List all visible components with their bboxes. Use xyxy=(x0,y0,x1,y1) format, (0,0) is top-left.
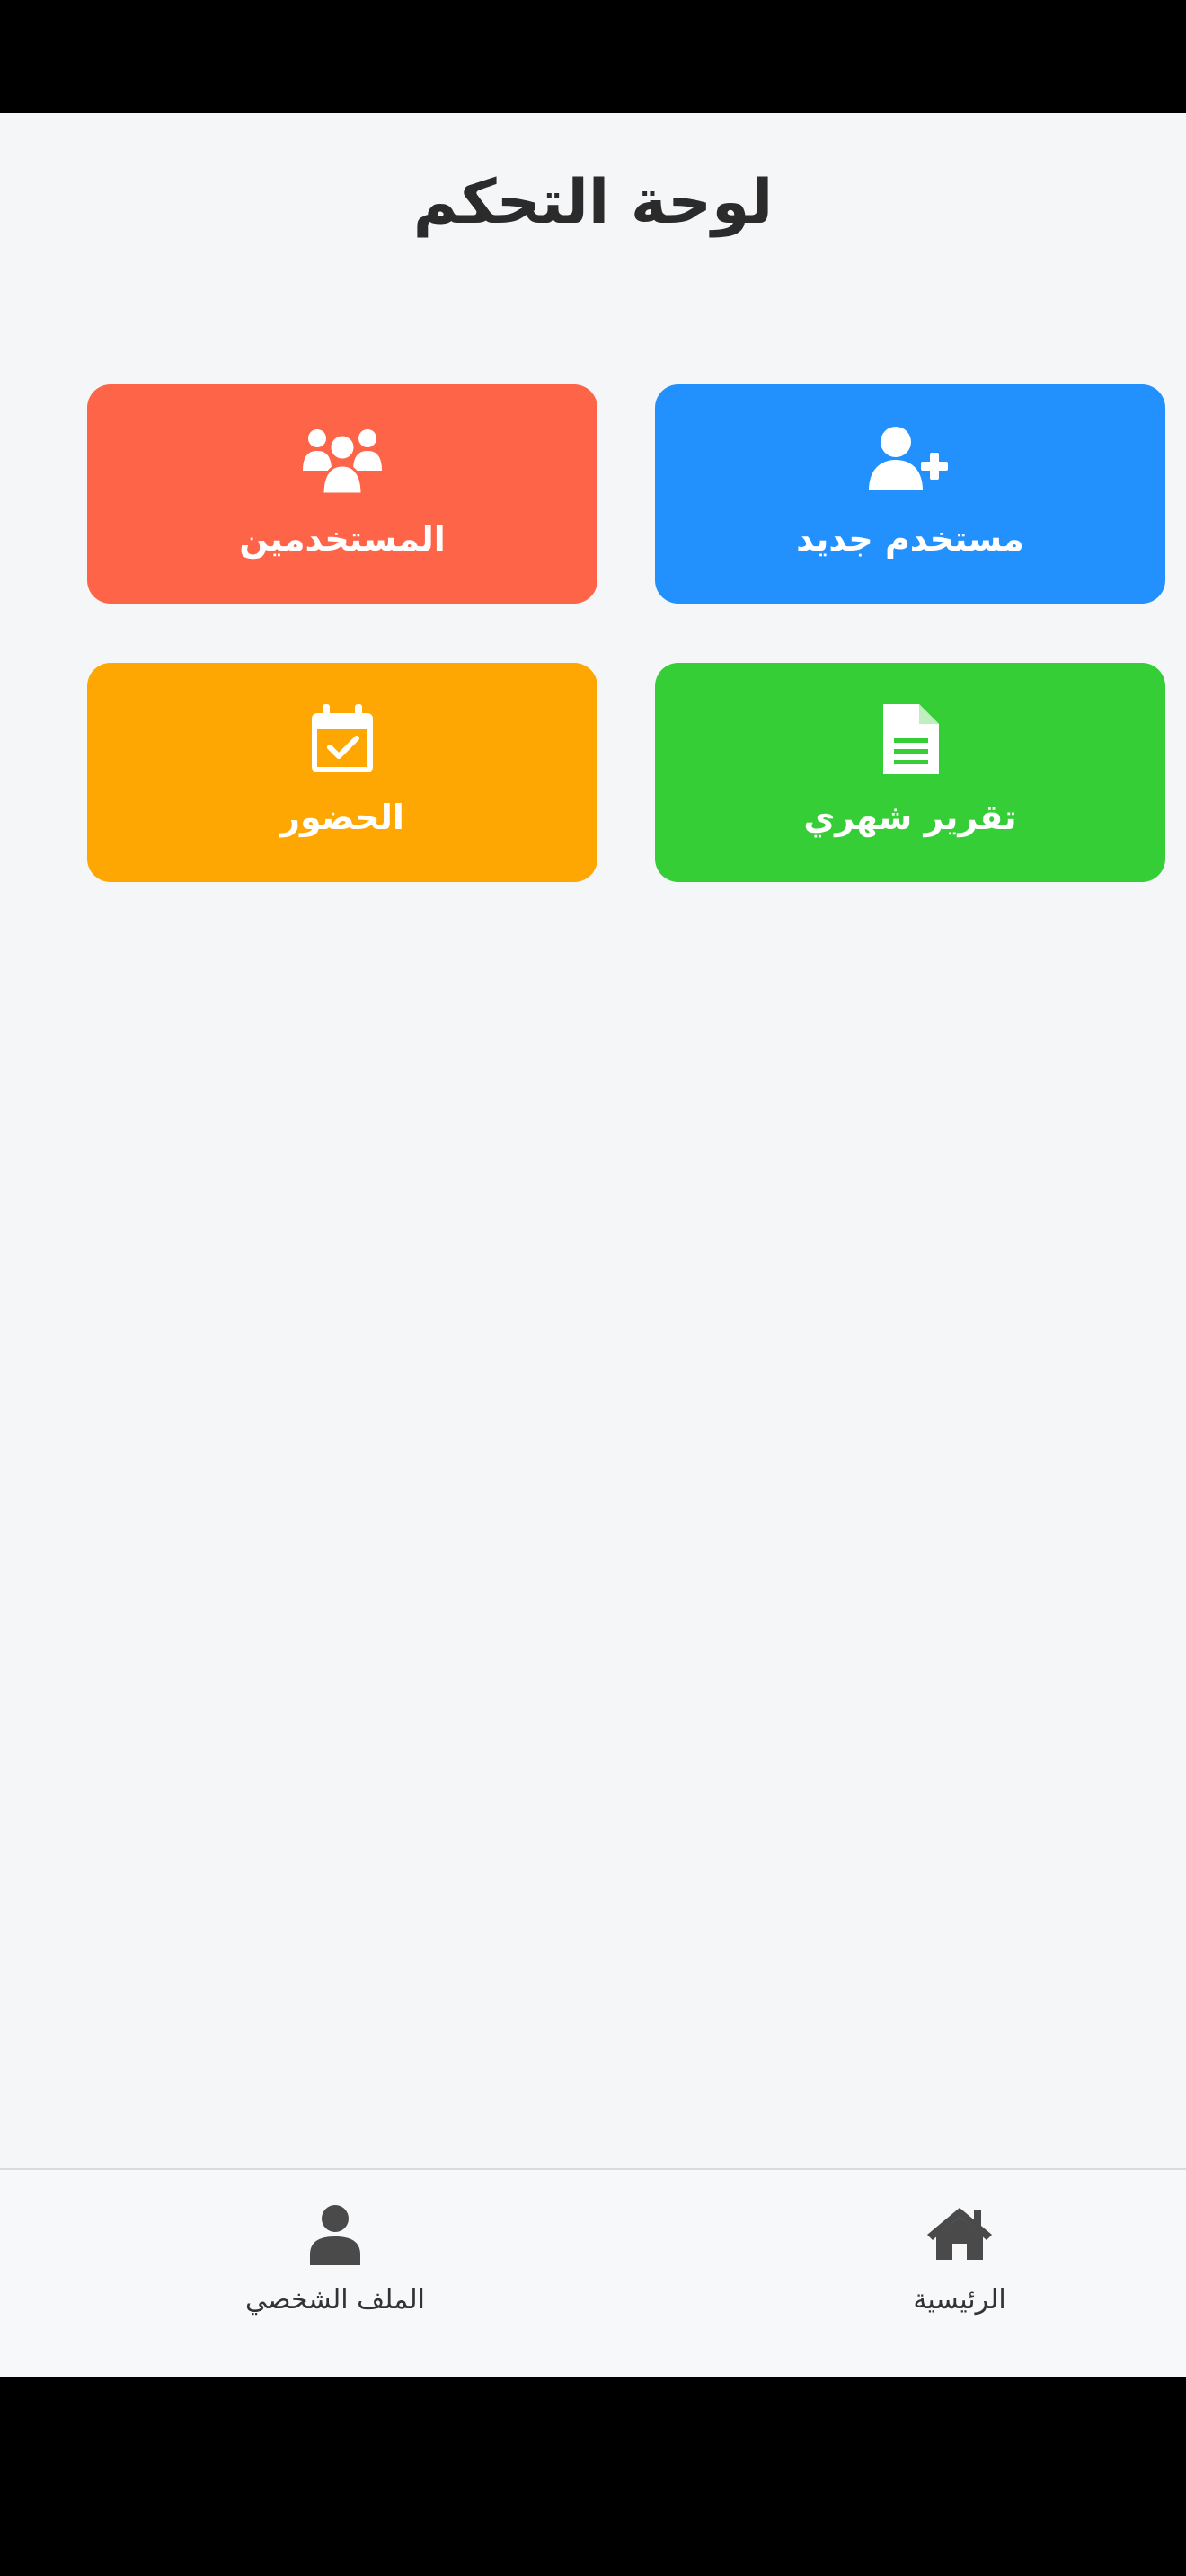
attendance-card[interactable]: الحضور xyxy=(87,663,597,882)
monthly-report-card[interactable]: تقرير شهري xyxy=(655,663,1165,882)
home-indicator[interactable] xyxy=(403,2420,852,2434)
users-card[interactable]: المستخدمين xyxy=(87,384,597,604)
page-title: لوحة التحكم xyxy=(412,167,774,238)
users-label: المستخدمين xyxy=(239,519,446,559)
add-user-icon xyxy=(655,424,1165,505)
monthly-report-label: تقرير شهري xyxy=(803,798,1017,837)
attendance-label: الحضور xyxy=(280,798,404,837)
tab-profile-label: الملف الشخصي xyxy=(245,2284,425,2316)
profile-icon xyxy=(155,2204,515,2271)
new-user-card[interactable]: مستخدم جديد xyxy=(655,384,1165,604)
tab-home[interactable]: الرئيسية xyxy=(780,2170,1139,2350)
new-user-label: مستخدم جديد xyxy=(796,519,1024,559)
bottom-bezel xyxy=(0,2461,1186,2576)
document-icon xyxy=(655,702,1165,783)
home-icon xyxy=(780,2204,1139,2271)
bottom-tab-bar: الرئيسية الملف الشخصي xyxy=(0,2168,1186,2377)
dashboard-screen: لوحة التحكم مستخدم جديد المستخدمين تقرير… xyxy=(0,113,1186,2281)
status-bar-area xyxy=(0,0,1186,113)
tab-home-label: الرئيسية xyxy=(913,2284,1006,2316)
tab-profile[interactable]: الملف الشخصي xyxy=(155,2170,515,2350)
calendar-check-icon xyxy=(87,702,597,783)
users-icon xyxy=(87,424,597,505)
